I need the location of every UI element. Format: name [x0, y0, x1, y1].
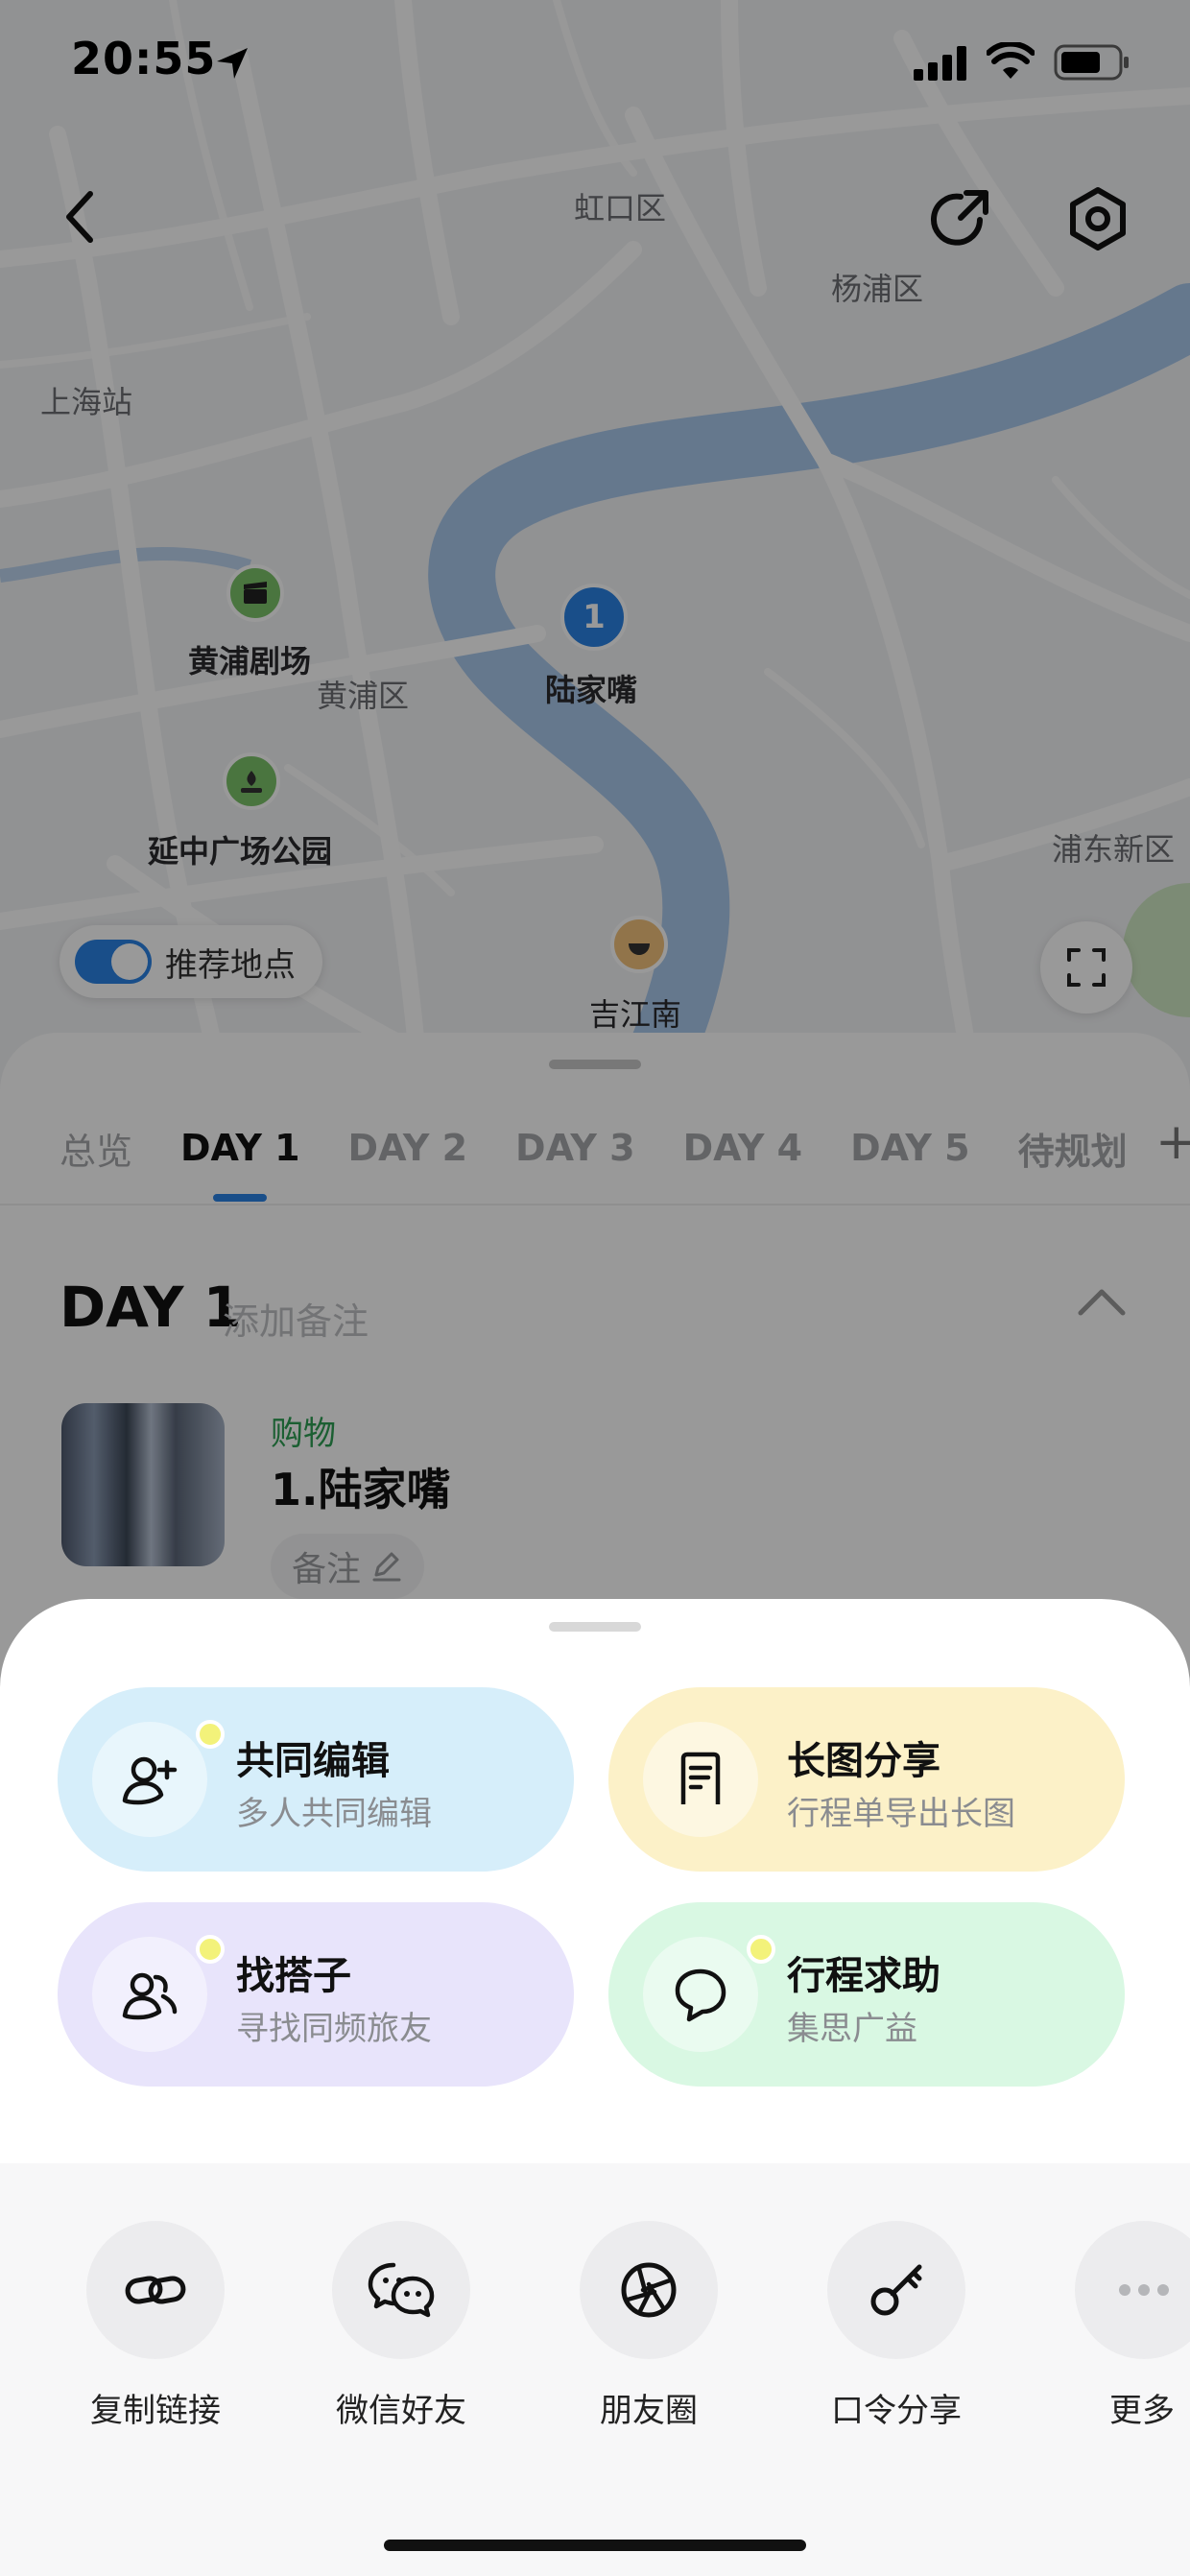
- share-label: 口令分享: [831, 2392, 962, 2430]
- new-dot: [196, 1720, 225, 1749]
- home-indicator[interactable]: [384, 2540, 806, 2551]
- more-button[interactable]: 更多: [1048, 2221, 1190, 2431]
- key-icon: [827, 2221, 965, 2359]
- card-title: 找搭子: [236, 1954, 351, 1998]
- find-companion-card[interactable]: 找搭子 寻找同频旅友: [58, 1902, 574, 2087]
- share-label: 更多: [1109, 2392, 1175, 2430]
- new-dot: [196, 1935, 225, 1964]
- share-label: 朋友圈: [600, 2392, 698, 2430]
- new-dot: [747, 1935, 775, 1964]
- chat-bubble-icon: [643, 1937, 758, 2052]
- password-share-button[interactable]: 口令分享: [800, 2221, 992, 2431]
- share-label: 复制链接: [90, 2392, 221, 2430]
- card-subtitle: 行程单导出长图: [787, 1795, 1015, 1833]
- long-image-share-card[interactable]: 长图分享 行程单导出长图: [608, 1687, 1125, 1872]
- link-icon: [86, 2221, 225, 2359]
- moments-icon: [580, 2221, 718, 2359]
- card-title: 长图分享: [787, 1739, 940, 1783]
- card-subtitle: 寻找同频旅友: [236, 2010, 432, 2048]
- share-sheet: 共同编辑 多人共同编辑 长图分享 行程单导出长图 找搭子 寻找同频旅友 行程求助…: [0, 1599, 1190, 2576]
- sheet-grabber[interactable]: [549, 1622, 641, 1632]
- trip-help-card[interactable]: 行程求助 集思广益: [608, 1902, 1125, 2087]
- share-label: 微信好友: [336, 2392, 466, 2430]
- copy-link-button[interactable]: 复制链接: [60, 2221, 251, 2431]
- card-subtitle: 多人共同编辑: [236, 1795, 432, 1833]
- more-icon: [1075, 2221, 1190, 2359]
- wechat-icon: [332, 2221, 470, 2359]
- co-edit-card[interactable]: 共同编辑 多人共同编辑: [58, 1687, 574, 1872]
- add-user-icon: [92, 1722, 207, 1837]
- document-icon: [643, 1722, 758, 1837]
- card-title: 行程求助: [787, 1954, 940, 1998]
- card-title: 共同编辑: [236, 1739, 390, 1783]
- moments-button[interactable]: 朋友圈: [553, 2221, 745, 2431]
- card-subtitle: 集思广益: [787, 2010, 917, 2048]
- wechat-friend-button[interactable]: 微信好友: [305, 2221, 497, 2431]
- companions-icon: [92, 1937, 207, 2052]
